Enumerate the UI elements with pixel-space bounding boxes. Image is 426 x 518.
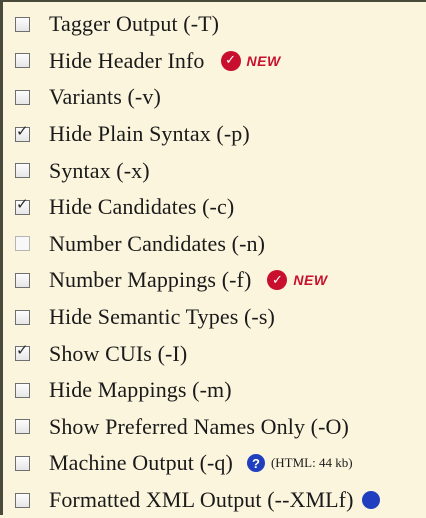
checkbox-disabled[interactable] <box>15 236 30 252</box>
checkbox[interactable] <box>15 492 30 508</box>
option-hide-candidates[interactable]: ✓ Hide Candidates (-c) <box>3 189 426 226</box>
option-label: Number Mappings (-f) <box>49 267 252 293</box>
option-hide-mappings[interactable]: Hide Mappings (-m) <box>3 372 426 409</box>
new-badge: ✓ NEW <box>267 270 328 291</box>
option-hide-plain-syntax[interactable]: ✓ Hide Plain Syntax (-p) <box>3 116 426 153</box>
option-machine-output[interactable]: Machine Output (-q) ? (HTML: 44 kb) <box>3 445 426 482</box>
checkbox[interactable] <box>15 309 30 325</box>
check-icon: ✓ <box>16 194 29 213</box>
option-show-preferred-names-only[interactable]: Show Preferred Names Only (-O) <box>3 409 426 446</box>
option-formatted-xml-output[interactable]: Formatted XML Output (--XMLf) <box>3 482 426 518</box>
option-syntax[interactable]: Syntax (-x) <box>3 152 426 189</box>
checkbox[interactable] <box>15 419 30 435</box>
check-icon: ✓ <box>220 50 241 71</box>
new-badge-text: NEW <box>293 272 328 289</box>
option-show-cuis[interactable]: ✓ Show CUIs (-I) <box>3 335 426 372</box>
checkbox-checked[interactable]: ✓ <box>15 194 30 215</box>
option-label: Number Candidates (-n) <box>49 230 266 256</box>
checkbox[interactable] <box>15 89 30 105</box>
option-label: Hide Semantic Types (-s) <box>49 304 275 330</box>
options-panel: Tagger Output (-T) Hide Header Info ✓ NE… <box>0 0 426 515</box>
option-label: Hide Mappings (-m) <box>49 377 232 403</box>
option-label: Hide Plain Syntax (-p) <box>49 121 250 147</box>
option-number-candidates[interactable]: Number Candidates (-n) <box>3 226 426 263</box>
new-badge: ✓ NEW <box>220 50 281 71</box>
html-size-note: (HTML: 44 kb) <box>270 455 353 471</box>
option-hide-header-info[interactable]: Hide Header Info ✓ NEW <box>3 43 426 80</box>
option-label: Show CUIs (-I) <box>49 340 188 366</box>
checkbox[interactable] <box>15 53 30 69</box>
option-label: Show Preferred Names Only (-O) <box>49 413 349 439</box>
option-label: Variants (-v) <box>49 84 161 110</box>
check-icon: ✓ <box>267 270 288 291</box>
check-icon: ✓ <box>16 341 29 360</box>
checkbox[interactable] <box>15 455 30 471</box>
new-badge-text: NEW <box>246 52 281 69</box>
checkbox-checked[interactable]: ✓ <box>15 341 30 362</box>
option-hide-semantic-types[interactable]: Hide Semantic Types (-s) <box>3 299 426 336</box>
option-tagger-output[interactable]: Tagger Output (-T) <box>3 6 426 43</box>
option-label: Hide Header Info <box>49 47 205 73</box>
checkbox-checked[interactable]: ✓ <box>15 121 30 142</box>
checkbox[interactable] <box>15 163 30 179</box>
check-icon: ✓ <box>16 121 29 140</box>
checkbox[interactable] <box>15 382 30 398</box>
option-number-mappings[interactable]: Number Mappings (-f) ✓ NEW <box>3 262 426 299</box>
help-icon[interactable] <box>361 491 380 510</box>
option-label: Formatted XML Output (--XMLf) <box>49 487 354 513</box>
option-label: Machine Output (-q) <box>49 450 233 476</box>
help-icon[interactable]: ? <box>246 454 265 473</box>
option-label: Hide Candidates (-c) <box>49 194 235 220</box>
checkbox[interactable] <box>15 272 30 288</box>
checkbox[interactable] <box>15 16 30 32</box>
option-label: Syntax (-x) <box>49 157 150 183</box>
option-label: Tagger Output (-T) <box>49 11 220 37</box>
option-variants[interactable]: Variants (-v) <box>3 79 426 116</box>
